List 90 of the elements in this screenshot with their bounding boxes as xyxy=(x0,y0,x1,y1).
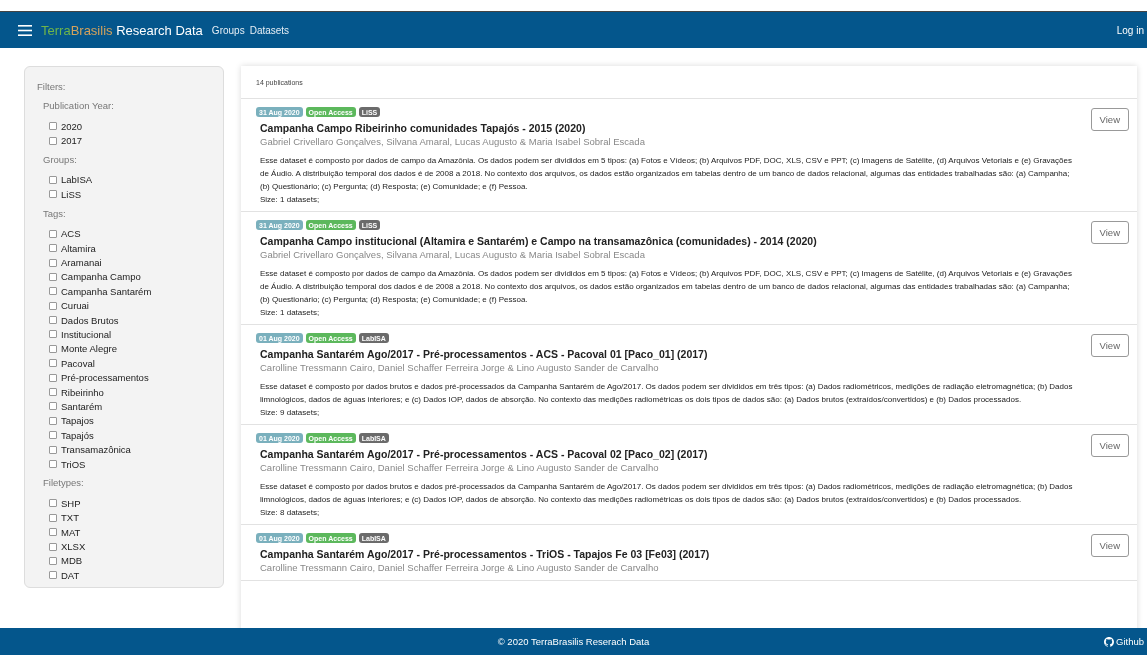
filter-option-label[interactable]: 2017 xyxy=(61,135,83,147)
checkbox[interactable] xyxy=(49,359,57,368)
filter-option-label[interactable]: Institucional xyxy=(61,329,112,340)
publication-description: Esse dataset é composto por dados brutos e dados pré-processados da Campanha Santarém de Ago/2017. Os dados podem ser divididos em três tipos: (a) Dados radiométricos, medições de radiação eletromagnética; (b) Dados limnológicos, dados de águas interiores; e (c) Dados IOP, dados de absorção. No contexto das medições radiométricas os dois tipos de dados são: (a) Dados brutos (extraídos/convertidos) e (b) Dados processados. xyxy=(260,481,1074,506)
filter-option-label[interactable]: TXT xyxy=(61,512,79,524)
dataset-size: Size: 8 datasets; xyxy=(260,508,321,517)
filter-heading: Filetypes: xyxy=(43,477,85,489)
filter-option-label[interactable]: LabISA xyxy=(61,174,93,186)
filter-option-label[interactable]: Santarém xyxy=(61,400,103,412)
publication-authors: Carolline Tressmann Cairo, Daniel Schaffer Ferreira Jorge & Lino Augusto Sander de Carvalho xyxy=(260,362,660,373)
checkbox[interactable] xyxy=(49,388,57,397)
nav-link[interactable]: Groups xyxy=(211,24,245,36)
filter-option-label[interactable]: Pacoval xyxy=(61,357,95,369)
checkbox[interactable] xyxy=(49,513,57,522)
filter-option-label[interactable]: Dados Brutos xyxy=(61,314,119,326)
filter-heading: Publication Year: xyxy=(43,100,115,111)
view-button[interactable]: View xyxy=(1090,221,1129,244)
view-button[interactable]: View xyxy=(1090,434,1129,457)
filter-option-label[interactable]: Monte Alegre xyxy=(61,343,117,355)
checkbox[interactable] xyxy=(49,373,57,382)
checkbox[interactable] xyxy=(49,272,57,281)
publication-description: Esse dataset é composto por dados brutos e dados pré-processados da Campanha Santarém de Ago/2017. Os dados podem ser divididos em três tipos: (a) Dados radiométricos, medições de radiação eletromagnética; (b) Dados limnológicos, dados de águas interiores; e (c) Dados IOP, dados de absorção. No contexto das medições radiométricas os dois tipos de dados são: (a) Dados brutos (extraídos/convertidos) e (b) Dados processados. xyxy=(260,381,1074,406)
checkbox[interactable] xyxy=(49,445,57,454)
dataset-size: Size: 1 datasets; xyxy=(260,195,321,204)
menu-icon[interactable] xyxy=(18,24,32,36)
checkbox[interactable] xyxy=(49,402,57,411)
publication-description: Esse dataset é composto por dados de campo da Amazônia. Os dados podem ser divididos em 5 tipos: (a) Fotos e Vídeos; (b) Arquivos PDF, DOC, XLS, CSV e PPT; (c) Imagens de Satélite, (d) Arquivos Vetoriais e (e) Gravações de Áudio. A distribuição temporal dos dados é de 2008 a 2018. No contexto dos arquivos, os dados estão organizados em tabelas dentro de um banco de dados relacional, algumas das entidades trabalhadas são: (a) Campanha; (b) Questionário; (c) Pergunta; (d) Resposta; (e) Comunidade; e (f) Pessoa. xyxy=(260,155,1073,193)
filter-option-label[interactable]: Tapajós xyxy=(61,429,94,441)
checkbox[interactable] xyxy=(49,344,57,353)
github-icon xyxy=(1104,636,1114,647)
filter-option-label[interactable]: DAT xyxy=(61,569,80,581)
checkbox[interactable] xyxy=(49,431,57,440)
checkbox[interactable] xyxy=(49,136,57,145)
checkbox[interactable] xyxy=(49,416,57,425)
checkbox[interactable] xyxy=(49,556,57,565)
publication-description: Esse dataset é composto por dados de campo da Amazônia. Os dados podem ser divididos em 5 tipos: (a) Fotos e Vídeos; (b) Arquivos PDF, DOC, XLS, CSV e PPT; (c) Imagens de Satélite, (d) Arquivos Vetoriais e (e) Gravações de Áudio. A distribuição temporal dos dados é de 2008 a 2018. No contexto dos arquivos, os dados estão organizados em tabelas dentro de um banco de dados relacional, algumas das entidades trabalhadas são: (a) Campanha; (b) Questionário; (c) Pergunta; (d) Resposta; (e) Comunidade; e (f) Pessoa. xyxy=(260,268,1073,306)
filter-option-label[interactable]: Aramanai xyxy=(61,257,102,269)
filter-option-label[interactable]: MDB xyxy=(61,555,83,567)
filter-option-label[interactable]: Ribeirinho xyxy=(61,386,104,398)
publication-authors: Gabriel Crivellaro Gonçalves, Silvana Amaral, Lucas Augusto & Maria Isabel Sobral Escada xyxy=(260,249,646,260)
checkbox[interactable] xyxy=(49,287,57,296)
filter-option-label[interactable]: Altamira xyxy=(61,242,96,254)
checkbox[interactable] xyxy=(49,460,57,468)
publication-title[interactable]: Campanha Campo institucional (Altamira e Santarém) e Campo na transamazônica (comunidades) - 2014 (2020) xyxy=(260,235,1091,247)
filter-option-label[interactable]: Campanha Campo xyxy=(61,271,141,283)
publication-authors: Carolline Tressmann Cairo, Daniel Schaffer Ferreira Jorge & Lino Augusto Sander de Carvalho xyxy=(260,462,660,473)
filter-option-label[interactable]: 2020 xyxy=(61,120,83,132)
checkbox[interactable] xyxy=(49,316,57,325)
checkbox[interactable] xyxy=(49,571,57,580)
checkbox[interactable] xyxy=(49,229,57,238)
publication-title[interactable]: Campanha Campo Ribeirinho comunidades Tapajós - 2015 (2020) xyxy=(260,122,1091,134)
brand-link[interactable]: TerraBrasilis Research Data xyxy=(41,22,203,38)
checkbox[interactable] xyxy=(49,528,57,537)
checkbox[interactable] xyxy=(49,258,57,267)
checkbox[interactable] xyxy=(49,542,57,551)
dataset-size: Size: 9 datasets; xyxy=(260,408,321,417)
copyright-text: © 2020 TerraBrasilis Reserach Data xyxy=(497,636,650,647)
filter-option-label[interactable]: TriOS xyxy=(61,458,86,470)
checkbox[interactable] xyxy=(49,301,57,310)
dataset-size: Size: 1 datasets; xyxy=(260,308,321,317)
checkbox[interactable] xyxy=(49,244,57,253)
filter-option-label[interactable]: SHP xyxy=(61,497,81,509)
view-button[interactable]: View xyxy=(1090,534,1129,557)
filter-option-label[interactable]: Tapajos xyxy=(61,415,94,427)
checkbox[interactable] xyxy=(49,330,57,339)
checkbox[interactable] xyxy=(49,175,57,184)
filter-option-label[interactable]: MAT xyxy=(61,526,81,538)
github-link[interactable]: Github xyxy=(1104,636,1144,647)
filter-heading: Tags: xyxy=(43,207,67,219)
filter-option-label[interactable]: Pré-processamentos xyxy=(61,372,149,384)
view-button[interactable]: View xyxy=(1090,334,1129,357)
publication-title[interactable]: Campanha Santarém Ago/2017 - Pré-processamentos - ACS - Pacoval 01 [Paco_01] (2017) xyxy=(260,348,1091,360)
publication-title[interactable]: Campanha Santarém Ago/2017 - Pré-processamentos - TriOS - Tapajos Fe 03 [Fe03] (2017) xyxy=(260,548,1091,560)
filter-heading: Groups: xyxy=(43,153,78,165)
publication-title[interactable]: Campanha Santarém Ago/2017 - Pré-processamentos - ACS - Pacoval 02 [Paco_02] (2017) xyxy=(260,448,1091,460)
filter-option-label[interactable]: ACS xyxy=(61,228,81,240)
checkbox[interactable] xyxy=(49,499,57,508)
filter-option-label[interactable]: Campanha Santarém xyxy=(61,285,152,297)
filter-option-label[interactable]: XLSX xyxy=(61,541,86,553)
publication-authors: Gabriel Crivellaro Gonçalves, Silvana Amaral, Lucas Augusto & Maria Isabel Sobral Escada xyxy=(260,136,646,147)
checkbox[interactable] xyxy=(49,190,57,199)
checkbox[interactable] xyxy=(49,122,57,131)
login-link[interactable]: Log in xyxy=(1116,24,1144,36)
filters-title: Filters: xyxy=(37,81,67,92)
filter-option-label[interactable]: LiSS xyxy=(61,188,82,200)
nav-link[interactable]: Datasets xyxy=(249,24,290,36)
filter-option-label[interactable]: Curuai xyxy=(61,300,89,312)
filter-option-label[interactable]: Transamazônica xyxy=(61,444,131,456)
view-button[interactable]: View xyxy=(1090,108,1129,131)
publication-authors: Carolline Tressmann Cairo, Daniel Schaffer Ferreira Jorge & Lino Augusto Sander de Carvalho xyxy=(260,562,660,573)
